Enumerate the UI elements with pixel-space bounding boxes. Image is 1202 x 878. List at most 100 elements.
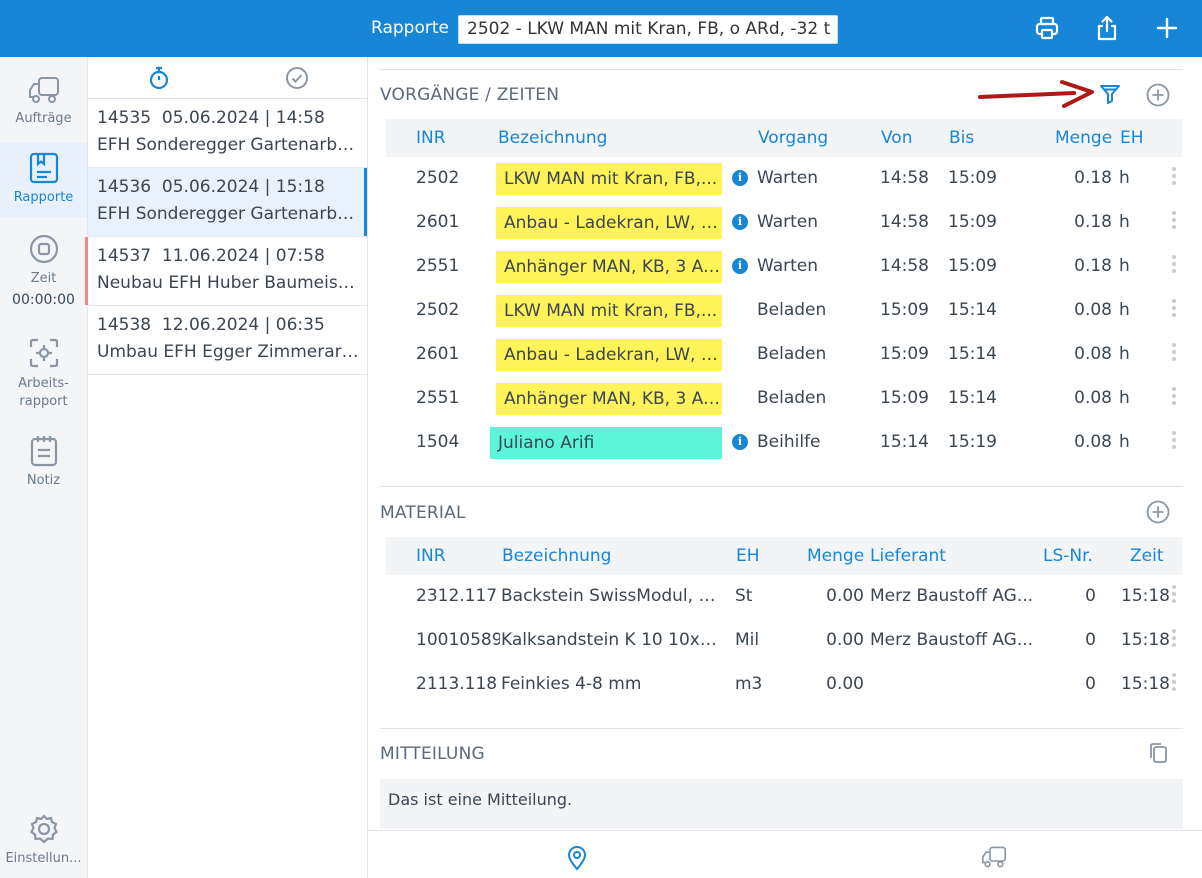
cell-bezeichnung[interactable]: LKW MAN mit Kran, FB,... <box>496 163 722 195</box>
nav-auftraege[interactable]: Aufträge <box>0 75 87 126</box>
col-inr[interactable]: INR <box>416 128 446 148</box>
copy-icon[interactable] <box>1147 741 1169 765</box>
report-title: Neubau EFH Huber Baumeisterarbeiten <box>97 273 359 293</box>
col-inr[interactable]: INR <box>416 546 446 566</box>
location-pin-icon[interactable] <box>566 845 588 871</box>
add-material-icon[interactable] <box>1146 500 1170 524</box>
vorgaenge-table-header: INR Bezeichnung Vorgang Von Bis Menge EH <box>386 119 1182 157</box>
cell-inr: 2551 <box>416 256 460 276</box>
nav-einstellungen[interactable]: Einstellun... <box>0 813 87 866</box>
cell-von: 14:58 <box>880 256 929 276</box>
table-row[interactable]: 2502 LKW MAN mit Kran, FB,... Beladen 15:09… <box>386 289 1182 333</box>
timer-value: 00:00:00 <box>12 292 75 308</box>
cell-menge: 0.08 <box>1074 432 1112 452</box>
row-menu-icon[interactable] <box>1172 629 1178 650</box>
add-icon[interactable] <box>1153 14 1181 42</box>
nav-zeit[interactable]: Zeit 00:00:00 <box>0 233 87 308</box>
message-field[interactable]: Das ist eine Mitteilung. <box>380 779 1183 829</box>
nav-rapporte[interactable]: Rapporte <box>0 143 87 217</box>
row-menu-icon[interactable] <box>1172 167 1178 188</box>
page-title: Rapporte <box>371 18 449 38</box>
cell-bezeichnung[interactable]: Anbau - Ladekran, LW, -... <box>496 339 722 371</box>
row-menu-icon[interactable] <box>1172 343 1178 364</box>
table-row[interactable]: 1504 Juliano Arifi i Beihilfe 15:14 15:19 0.08… <box>386 421 1182 465</box>
report-title: Umbau EFH Egger Zimmerarbeiten <box>97 342 359 362</box>
section-title-mitteilung: MITTEILUNG <box>380 744 485 764</box>
report-item-14538[interactable]: 14538 12.06.2024 | 06:35 Umbau EFH Egger… <box>88 306 367 375</box>
cell-inr: 1504 <box>416 432 460 452</box>
table-row[interactable]: 10010589 Kalksandstein K 10 10x14... Mil 0.… <box>386 619 1182 663</box>
info-icon[interactable]: i <box>732 214 748 230</box>
row-menu-icon[interactable] <box>1172 211 1178 232</box>
cell-eh: h <box>1119 344 1130 364</box>
col-menge[interactable]: Menge <box>807 546 864 566</box>
cell-menge: 0.18 <box>1074 212 1112 232</box>
share-icon[interactable] <box>1093 14 1121 42</box>
truck-icon[interactable] <box>980 845 1008 869</box>
report-item-14536[interactable]: 14536 05.06.2024 | 15:18 EFH Sonderegger… <box>88 168 367 237</box>
check-circle-icon[interactable] <box>285 66 309 90</box>
cell-menge: 0.00 <box>826 674 864 694</box>
cell-inr: 2502 <box>416 300 460 320</box>
table-row[interactable]: 2551 Anhänger MAN, KB, 3 Ac... Beladen 15:0… <box>386 377 1182 421</box>
stopwatch-icon[interactable] <box>148 66 170 90</box>
row-menu-icon[interactable] <box>1172 673 1178 694</box>
col-ls-nr[interactable]: LS-Nr. <box>1043 546 1093 566</box>
col-bezeichnung[interactable]: Bezeichnung <box>498 128 607 148</box>
col-bezeichnung[interactable]: Bezeichnung <box>502 546 611 566</box>
table-row[interactable]: 2502 LKW MAN mit Kran, FB,... i Warten 14:58… <box>386 157 1182 201</box>
row-menu-icon[interactable] <box>1172 255 1178 276</box>
cell-vorgang: Beladen <box>757 300 827 320</box>
col-vorgang[interactable]: Vorgang <box>758 128 828 148</box>
nav-einstellungen-label: Einstellun... <box>5 851 82 866</box>
cell-bezeichnung[interactable]: Anhänger MAN, KB, 3 Ac... <box>496 383 722 415</box>
info-icon[interactable]: i <box>732 170 748 186</box>
cell-bis: 15:09 <box>948 168 997 188</box>
report-item-header: 14535 05.06.2024 | 14:58 <box>97 108 367 128</box>
col-zeit[interactable]: Zeit <box>1130 546 1164 566</box>
cell-bezeichnung[interactable]: Juliano Arifi <box>490 427 722 459</box>
table-row[interactable]: 2551 Anhänger MAN, KB, 3 Ac... i Warten 14:5… <box>386 245 1182 289</box>
vehicle-select[interactable]: 2502 - LKW MAN mit Kran, FB, o ARd, -32 … <box>458 15 838 44</box>
table-row[interactable]: 2601 Anbau - Ladekran, LW, -... i Warten 14:… <box>386 201 1182 245</box>
report-item-14535[interactable]: 14535 05.06.2024 | 14:58 EFH Sonderegger… <box>88 99 367 168</box>
cell-bezeichnung[interactable]: Anhänger MAN, KB, 3 Ac... <box>496 251 722 283</box>
cell-bezeichnung[interactable]: Anbau - Ladekran, LW, -... <box>496 207 722 239</box>
cell-menge: 0.00 <box>826 586 864 606</box>
cell-bezeichnung[interactable]: LKW MAN mit Kran, FB,... <box>496 295 722 327</box>
cell-inr: 2601 <box>416 212 460 232</box>
filter-icon[interactable] <box>1099 83 1121 105</box>
section-title-vorgaenge: VORGÄNGE / ZEITEN <box>380 85 560 105</box>
report-item-14537[interactable]: 14537 11.06.2024 | 07:58 Neubau EFH Hube… <box>85 237 367 306</box>
col-eh[interactable]: EH <box>1120 128 1144 148</box>
cell-von: 15:09 <box>880 344 929 364</box>
report-list: 14535 05.06.2024 | 14:58 EFH Sonderegger… <box>85 57 368 878</box>
cell-von: 15:09 <box>880 300 929 320</box>
col-eh[interactable]: EH <box>736 546 760 566</box>
info-icon[interactable]: i <box>732 258 748 274</box>
table-row[interactable]: 2113.118 Feinkies 4-8 mm m3 0.00 0 15:18 <box>386 663 1182 707</box>
row-menu-icon[interactable] <box>1172 299 1178 320</box>
nav-arbeitsrapport-label: Arbeits- rapport <box>18 376 69 409</box>
cell-inr: 2312.117 <box>416 586 498 606</box>
cell-bis: 15:14 <box>948 344 997 364</box>
col-von[interactable]: Von <box>881 128 913 148</box>
col-bis[interactable]: Bis <box>949 128 974 148</box>
info-icon[interactable]: i <box>732 434 748 450</box>
row-menu-icon[interactable] <box>1172 387 1178 408</box>
truck-icon <box>28 77 59 103</box>
col-menge[interactable]: Menge <box>1055 128 1112 148</box>
nav-arbeitsrapport[interactable]: Arbeits- rapport <box>0 337 87 411</box>
row-menu-icon[interactable] <box>1172 585 1178 606</box>
nav-notiz[interactable]: Notiz <box>0 435 87 488</box>
report-title: EFH Sonderegger Gartenarbeiten <box>97 204 359 224</box>
report-date: 12.06.2024 | 06:35 <box>161 315 325 335</box>
material-table-header: INR Bezeichnung EH Menge Lieferant LS-Nr… <box>386 537 1182 575</box>
table-row[interactable]: 2312.117 Backstein SwissModul, B... St 0.00… <box>386 575 1182 619</box>
col-lieferant[interactable]: Lieferant <box>870 546 946 566</box>
row-menu-icon[interactable] <box>1172 431 1178 452</box>
table-row[interactable]: 2601 Anbau - Ladekran, LW, -... Beladen 15:… <box>386 333 1182 377</box>
cell-bis: 15:14 <box>948 300 997 320</box>
add-vorgang-icon[interactable] <box>1146 83 1170 107</box>
print-icon[interactable] <box>1033 14 1061 42</box>
